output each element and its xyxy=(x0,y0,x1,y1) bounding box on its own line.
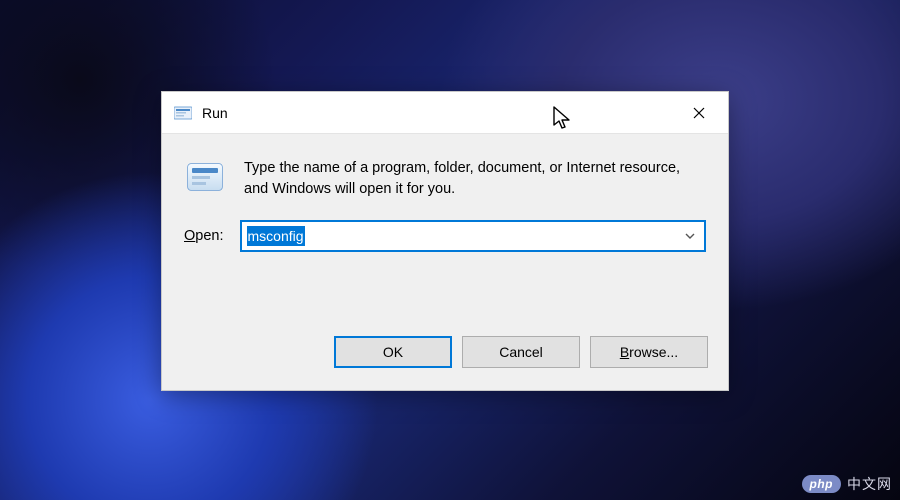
ok-button[interactable]: OK xyxy=(334,336,452,368)
dropdown-button[interactable] xyxy=(682,228,698,244)
dialog-content: Type the name of a program, folder, docu… xyxy=(162,134,728,200)
dialog-description: Type the name of a program, folder, docu… xyxy=(244,156,706,200)
dialog-title: Run xyxy=(202,105,670,121)
close-icon xyxy=(693,107,705,119)
watermark-text: 中文网 xyxy=(847,474,892,494)
browse-button[interactable]: Browse... xyxy=(590,336,708,368)
open-label: Open: xyxy=(184,228,224,244)
run-dialog: Run Type the xyxy=(161,91,729,391)
chevron-down-icon xyxy=(685,233,695,239)
open-row: Open: msconfig xyxy=(162,200,728,252)
watermark-badge: php xyxy=(802,475,842,493)
button-row: OK Cancel Browse... xyxy=(334,336,708,368)
titlebar[interactable]: Run xyxy=(162,92,728,134)
open-input[interactable]: msconfig xyxy=(240,220,706,252)
close-button[interactable] xyxy=(670,92,728,134)
run-titlebar-icon xyxy=(174,104,192,122)
watermark: php 中文网 xyxy=(802,474,893,494)
input-selected-text: msconfig xyxy=(247,226,305,246)
run-icon xyxy=(184,156,226,198)
cancel-button[interactable]: Cancel xyxy=(462,336,580,368)
